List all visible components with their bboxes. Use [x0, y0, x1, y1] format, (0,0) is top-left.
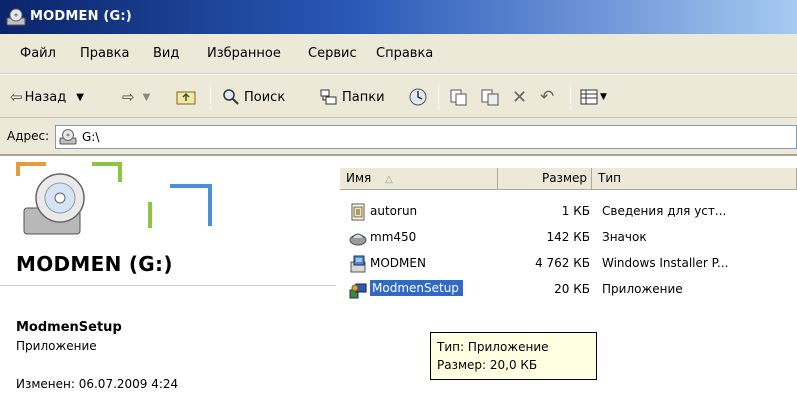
ico-file-icon	[349, 233, 367, 246]
views-button[interactable]: ▼	[580, 83, 607, 111]
folders-icon	[320, 89, 337, 105]
file-type: Windows Installer P...	[602, 256, 729, 270]
tooltip-size: Размер: 20,0 КБ	[437, 358, 538, 372]
drive-icon	[6, 8, 26, 26]
title-bar: MODMEN (G:)	[0, 0, 797, 34]
address-bar: Адрес: G:\	[0, 118, 797, 156]
back-button[interactable]: ⇦ Назад ▼	[10, 83, 84, 111]
selected-item-modified: Изменен: 06.07.2009 4:24	[16, 377, 179, 391]
arrow-left-icon: ⇦	[10, 88, 23, 106]
file-type: Значок	[602, 230, 647, 244]
address-input[interactable]: G:\	[55, 125, 797, 149]
exe-file-icon	[349, 283, 367, 299]
back-label: Назад	[24, 89, 67, 105]
undo-button[interactable]: ↶	[540, 83, 554, 111]
column-header-type[interactable]: Тип	[592, 168, 797, 190]
drive-title: MODMEN (G:)	[16, 252, 173, 276]
column-header-size[interactable]: Размер	[498, 168, 592, 190]
menu-file[interactable]: Файл	[20, 46, 56, 61]
sort-ascending-icon: △	[385, 174, 393, 185]
forward-button[interactable]: ⇨ ▼	[122, 83, 150, 111]
file-row-modmensetup[interactable]: ModmenSetup 20 КБ Приложение	[340, 279, 797, 301]
menu-view[interactable]: Вид	[153, 46, 179, 61]
copy-to-icon	[481, 89, 499, 106]
file-size: 20 КБ	[554, 282, 590, 296]
history-button[interactable]	[408, 83, 428, 111]
file-size: 1 КБ	[561, 204, 590, 218]
file-size: 142 КБ	[546, 230, 590, 244]
folders-button[interactable]: Папки	[320, 83, 385, 111]
column-header-name[interactable]: Имя △	[340, 168, 498, 190]
file-row-autorun[interactable]: autorun 1 КБ Сведения для уст...	[340, 201, 797, 223]
toolbar-separator	[210, 85, 211, 109]
copy-to-button[interactable]	[480, 83, 500, 111]
menu-favorites[interactable]: Избранное	[207, 46, 281, 61]
inf-file-icon	[351, 203, 365, 221]
tooltip-type: Тип: Приложение	[437, 340, 549, 354]
msi-file-icon	[350, 255, 366, 273]
search-button[interactable]: Поиск	[222, 83, 285, 111]
move-to-icon	[450, 89, 467, 106]
file-row-mm450[interactable]: mm450 142 КБ Значок	[340, 227, 797, 249]
window-title: MODMEN (G:)	[30, 9, 132, 24]
folders-label: Папки	[342, 89, 385, 105]
column-name-label: Имя	[346, 171, 372, 185]
search-label: Поиск	[244, 89, 286, 105]
file-row-modmen[interactable]: MODMEN 4 762 КБ Windows Installer P...	[340, 253, 797, 275]
delete-button[interactable]: ✕	[512, 83, 527, 111]
selected-item-type: Приложение	[16, 339, 97, 353]
views-icon	[580, 89, 598, 105]
menu-bar: Файл Правка Вид Избранное Сервис Справка	[0, 34, 797, 74]
column-type-label: Тип	[598, 171, 621, 185]
file-name: autorun	[370, 204, 418, 218]
toolbar-separator	[438, 85, 439, 109]
file-name: ModmenSetup	[370, 280, 463, 296]
chevron-down-icon: ▼	[600, 92, 607, 102]
folder-up-icon	[176, 91, 196, 105]
close-icon: ✕	[512, 86, 528, 108]
toolbar: ⇦ Назад ▼ ⇨ ▼ Поиск Папки ✕ ↶ ▼	[0, 74, 797, 118]
file-size: 4 762 КБ	[535, 256, 590, 270]
drive-icon	[59, 129, 77, 145]
column-size-label: Размер	[541, 171, 587, 185]
chevron-down-icon: ▼	[76, 91, 84, 103]
file-tooltip: Тип: Приложение Размер: 20,0 КБ	[430, 332, 597, 380]
file-name: mm450	[370, 230, 417, 244]
file-type: Приложение	[602, 282, 683, 296]
address-label: Адрес:	[7, 129, 50, 143]
file-type: Сведения для уст...	[602, 204, 727, 218]
banner-decoration	[16, 162, 212, 235]
up-folder-button[interactable]	[176, 83, 196, 111]
move-to-button[interactable]	[448, 83, 468, 111]
search-icon	[223, 89, 239, 105]
address-value: G:\	[82, 130, 100, 144]
file-name: MODMEN	[370, 256, 426, 270]
toolbar-separator	[570, 85, 571, 109]
history-icon	[409, 88, 427, 106]
arrow-right-icon: ⇨	[122, 88, 135, 106]
menu-tools[interactable]: Сервис	[308, 46, 357, 61]
chevron-down-icon: ▼	[142, 91, 151, 103]
undo-icon: ↶	[540, 87, 555, 107]
menu-help[interactable]: Справка	[376, 46, 433, 61]
drive-banner: MODMEN (G:)	[0, 158, 336, 286]
details-pane: MODMEN (G:) ModmenSetup Приложение Измен…	[0, 158, 336, 394]
menu-edit[interactable]: Правка	[80, 46, 129, 61]
selected-item-name: ModmenSetup	[16, 320, 122, 335]
